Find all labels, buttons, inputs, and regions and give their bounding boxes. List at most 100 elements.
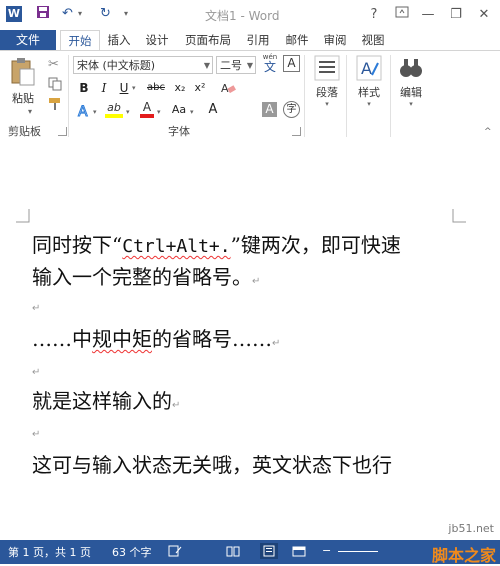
tab-view[interactable]: 视图: [356, 30, 390, 50]
doc-line-4: 就是这样输入的↵: [32, 385, 180, 414]
format-painter-icon[interactable]: [48, 97, 62, 114]
cut-icon[interactable]: ✂: [48, 57, 59, 72]
paragraph-label: 段落: [316, 86, 338, 99]
page-count[interactable]: 第 1 页，共 1 页: [8, 544, 91, 560]
underline-dropdown-icon[interactable]: ▾: [132, 84, 136, 92]
font-size-select[interactable]: 二号 ▼: [216, 56, 256, 74]
zoom-slider[interactable]: [338, 551, 378, 552]
word-app-icon[interactable]: W: [6, 6, 22, 22]
chevron-down-icon: ▼: [203, 61, 210, 70]
italic-button[interactable]: I: [97, 79, 111, 97]
close-button[interactable]: ✕: [472, 4, 496, 26]
title-bar: W ↶ ▾ ↻ ▾ 文档1 - Word ? — ❐ ✕: [0, 0, 500, 30]
tab-page-layout[interactable]: 页面布局: [178, 30, 238, 50]
doc-keys-text: Ctrl+Alt+.: [122, 236, 231, 257]
save-icon[interactable]: [36, 5, 50, 25]
paragraph-icon: [314, 55, 340, 81]
word-count[interactable]: 63 个字: [112, 544, 152, 560]
font-launcher-icon[interactable]: [292, 127, 301, 136]
doc-text: 就是这样输入的: [32, 389, 172, 413]
paragraph-mark: ↵: [252, 276, 261, 287]
change-case-button[interactable]: Aa: [170, 101, 188, 119]
tab-references[interactable]: 引用: [242, 30, 274, 50]
document-page[interactable]: 同时按下“Ctrl+Alt+.”键两次，即可快速 输入一个完整的省略号。↵ ↵ …: [0, 143, 500, 540]
paragraph-mark: ↵: [32, 429, 41, 440]
doc-text: 这可与输入状态无关哦，英文状态下也行: [32, 453, 392, 477]
superscript-button[interactable]: x²: [192, 79, 208, 97]
enclose-characters-button[interactable]: 字: [283, 101, 300, 118]
text-effects-icon[interactable]: A: [76, 103, 92, 122]
paragraph-mark: ↵: [32, 367, 41, 378]
change-case-dropdown-icon[interactable]: ▾: [190, 108, 194, 116]
minimize-button[interactable]: —: [416, 4, 440, 26]
help-button[interactable]: ?: [362, 4, 386, 26]
undo-dropdown-icon[interactable]: ▾: [78, 5, 82, 23]
paragraph-mark: ↵: [172, 400, 181, 411]
highlight-color-bar: [105, 114, 123, 118]
group-divider: [68, 55, 69, 137]
grow-font-button[interactable]: A: [206, 101, 220, 119]
character-border-button[interactable]: A: [283, 55, 300, 72]
paragraph-dropdown-icon: ▾: [325, 100, 329, 108]
paragraph-mark: ↵: [32, 303, 41, 314]
ribbon-tabs: 文件 开始 插入 设计 页面布局 引用 邮件 审阅 视图: [0, 30, 500, 52]
doc-text: ……中: [32, 327, 92, 351]
undo-icon[interactable]: ↶: [62, 5, 73, 23]
group-divider: [304, 55, 305, 137]
binoculars-icon: [400, 59, 422, 77]
tab-mailings[interactable]: 邮件: [280, 30, 314, 50]
character-shading-button[interactable]: A: [262, 102, 277, 117]
doc-text: 同时按下“: [32, 233, 123, 257]
copy-icon[interactable]: [48, 77, 62, 94]
redo-icon[interactable]: ↻: [100, 5, 111, 23]
zoom-out-icon[interactable]: −: [322, 544, 331, 557]
margin-corner-top-left-icon: [16, 209, 30, 223]
tab-review[interactable]: 审阅: [318, 30, 352, 50]
styles-button[interactable]: A 样式 ▾: [352, 55, 386, 119]
watermark-text: 脚本之家: [431, 546, 496, 565]
doc-squiggle-text: 规中矩: [92, 327, 152, 351]
doc-line-5: 这可与输入状态无关哦，英文状态下也行: [32, 449, 392, 478]
subscript-button[interactable]: x₂: [172, 79, 188, 97]
doc-line-3: ……中规中矩的省略号……↵: [32, 323, 280, 352]
paste-dropdown-icon[interactable]: ▾: [28, 107, 32, 116]
tab-insert[interactable]: 插入: [102, 30, 136, 50]
restore-button[interactable]: ❐: [444, 4, 468, 26]
clear-formatting-icon[interactable]: A: [220, 81, 236, 98]
web-layout-icon[interactable]: [292, 546, 306, 560]
tab-file[interactable]: 文件: [0, 30, 56, 50]
font-color-dropdown-icon[interactable]: ▾: [157, 108, 161, 116]
doc-line-1: 同时按下“Ctrl+Alt+.”键两次，即可快速: [32, 229, 401, 258]
font-size-value: 二号: [220, 59, 242, 72]
tab-design[interactable]: 设计: [140, 30, 174, 50]
strikethrough-button[interactable]: abc: [144, 79, 168, 97]
font-name-value: 宋体 (中文标题): [77, 59, 156, 72]
proofing-icon[interactable]: [168, 545, 182, 560]
status-bar: jb51.net 第 1 页，共 1 页 63 个字 − 脚本之家: [0, 522, 500, 565]
group-divider: [346, 55, 347, 137]
quick-access-dropdown-icon[interactable]: ▾: [124, 5, 128, 23]
font-color-button[interactable]: A: [140, 101, 154, 118]
print-layout-icon[interactable]: [260, 543, 278, 559]
paste-button[interactable]: 粘贴: [6, 57, 40, 109]
group-divider: [390, 55, 391, 137]
watermark-url: jb51.net: [448, 522, 494, 535]
paragraph-button[interactable]: 段落 ▾: [310, 55, 344, 119]
ribbon-display-icon[interactable]: [390, 4, 414, 26]
editing-button[interactable]: 编辑 ▾: [394, 55, 428, 119]
font-group-label: 字体: [168, 125, 190, 138]
bold-button[interactable]: B: [77, 79, 91, 97]
collapse-ribbon-icon[interactable]: ^: [484, 127, 492, 137]
clipboard-launcher-icon[interactable]: [58, 127, 67, 136]
doc-text: 输入一个完整的省略号。: [32, 265, 252, 289]
highlight-button[interactable]: ab: [105, 101, 123, 118]
highlight-dropdown-icon[interactable]: ▾: [126, 108, 130, 116]
phonetic-guide-button[interactable]: wén 文: [262, 53, 278, 74]
ribbon: 粘贴 ▾ ✂ 剪贴板 宋体 (中文标题) ▼ 二号 ▼ wén 文 A B I …: [0, 50, 500, 144]
font-name-select[interactable]: 宋体 (中文标题) ▼: [73, 56, 213, 74]
text-effects-dropdown-icon[interactable]: ▾: [93, 108, 97, 116]
underline-button[interactable]: U: [117, 79, 131, 97]
tab-home[interactable]: 开始: [60, 30, 100, 52]
read-mode-icon[interactable]: [226, 546, 240, 560]
editing-label: 编辑: [400, 86, 422, 99]
